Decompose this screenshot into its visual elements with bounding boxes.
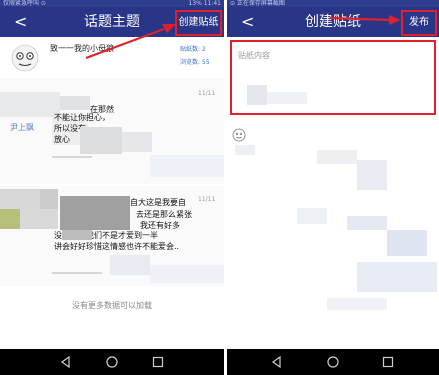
blurred-region [387,230,427,256]
blurred-region [62,230,92,240]
blurred-region [235,145,255,155]
post-username[interactable]: 尹上飘 [10,122,34,133]
status-bar: ⊙ 正在保存屏幕截图 [227,0,439,7]
blurred-region [347,216,387,230]
status-left: 仅限紧急呼叫 ⊙ [3,0,46,7]
sticker-count: 贴纸数: 2 [180,46,206,53]
post-line: 放心 [54,135,70,144]
create-sticker-button[interactable]: 创建贴纸 [175,10,222,36]
app-bar: < 话题主题 创建贴纸 [0,7,224,37]
topic-title: 致一一我的小母狼 [50,44,114,53]
app-bar: < 创建贴纸 发布 [227,7,439,37]
blurred-region [357,262,437,292]
blurred-region [0,92,60,117]
publish-button[interactable]: 发布 [401,10,437,36]
system-nav-bar [0,349,224,375]
post-line: 讲会好好珍惜这情感也许不能爱会.. [54,242,180,251]
blurred-region [40,189,58,209]
blurred-region [357,160,387,190]
no-more-data-label: 没有更多数据可以加载 [72,301,152,310]
blurred-region [297,208,327,224]
create-sticker-screen: ⊙ 正在保存屏幕截图 < 创建贴纸 发布 贴纸内容 [227,0,439,375]
status-bar: 仅限紧急呼叫 ⊙ 13% 11:41 [0,0,224,7]
post-date: 11/11 [198,90,216,97]
status-left: ⊙ 正在保存屏幕截图 [230,0,285,7]
blurred-region [60,196,130,230]
view-count: 浏览数: 55 [180,59,210,66]
divider-line [52,156,92,158]
blurred-region [80,127,122,154]
blurred-region [247,85,267,105]
nav-home-icon[interactable] [106,356,118,368]
blurred-region [122,132,152,152]
nav-back-icon[interactable] [60,356,72,368]
blurred-region [110,255,150,275]
blurred-region [0,209,20,229]
nav-recents-icon[interactable] [152,356,164,368]
blurred-region [0,189,40,209]
blurred-region [150,265,224,283]
blurred-region [267,92,307,104]
nav-home-icon[interactable] [327,356,339,368]
topic-screen: 仅限紧急呼叫 ⊙ 13% 11:41 < 话题主题 创建贴纸 致一一我的小母狼 … [0,0,224,375]
blurred-region [317,150,357,164]
troll-face-avatar [11,44,39,72]
blurred-region [150,155,224,177]
emoji-icon[interactable] [232,128,246,142]
post-line: 自大这是我要自 [130,198,186,207]
blurred-region [20,209,58,229]
system-nav-bar [227,349,439,375]
post-date: 11/11 [198,196,216,203]
blurred-region [327,298,387,310]
nav-recents-icon[interactable] [382,356,394,368]
status-right: 13% 11:41 [188,0,221,7]
nav-back-icon[interactable] [271,356,283,368]
blurred-region [60,96,90,110]
content-placeholder: 贴纸内容 [238,51,270,60]
divider-line [52,272,102,274]
